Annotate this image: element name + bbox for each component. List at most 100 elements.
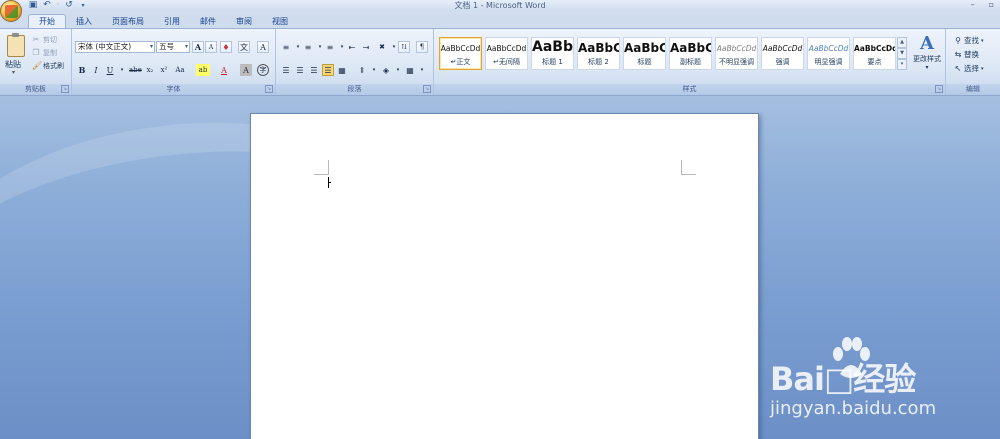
borders-dropdown-icon[interactable]: ▾ — [416, 64, 428, 76]
copy-icon: ❐ — [32, 48, 40, 57]
replace-label: 替换 — [964, 50, 979, 59]
tab-home[interactable]: 开始 — [28, 14, 66, 29]
italic-button[interactable]: I — [90, 64, 102, 76]
window-title: 文档 1 - Microsoft Word — [454, 1, 546, 10]
cut-button[interactable]: ✂ 剪切 — [32, 35, 57, 45]
style-name: 标题 2 — [588, 58, 609, 66]
style-sample: AaBbCcDd — [486, 44, 527, 53]
show-marks-icon[interactable]: ¶ — [416, 41, 428, 53]
style-intense-emphasis[interactable]: AaBbCcDd 明显强调 — [807, 37, 850, 70]
document-page[interactable] — [250, 113, 759, 439]
font-name-select[interactable]: 宋体 (中文正文) ▾ — [75, 41, 155, 53]
styles-launcher-icon[interactable]: ↘ — [935, 85, 943, 93]
strikethrough-button[interactable]: abe — [128, 64, 142, 76]
bullets-icon[interactable]: ≡ — [280, 41, 292, 53]
tab-page-layout[interactable]: 页面布局 — [102, 14, 154, 29]
style-name: 强调 — [775, 58, 790, 66]
redo-icon[interactable]: ↺ — [64, 1, 74, 10]
style-normal[interactable]: AaBbCcDd ↵正文 — [439, 37, 482, 70]
chinese-layout-icon[interactable]: ✖ — [376, 41, 388, 53]
style-heading-1[interactable]: AaBb 标题 1 — [531, 37, 574, 70]
styles-group-label: 样式 — [434, 84, 945, 95]
highlight-button[interactable]: ab — [196, 64, 210, 76]
grow-font-button[interactable]: A — [192, 41, 204, 53]
replace-button[interactable]: ⇆ 替换 — [954, 49, 979, 60]
change-styles-dropdown-icon: ▾ — [925, 64, 929, 71]
borders-icon[interactable]: ▦ — [404, 64, 416, 76]
justify-icon[interactable]: ☰ — [322, 64, 334, 76]
style-sample: AaBbCcDd — [440, 44, 481, 53]
underline-button[interactable]: U — [104, 64, 116, 76]
font-launcher-icon[interactable]: ↘ — [265, 85, 273, 93]
tab-references[interactable]: 引用 — [154, 14, 190, 29]
customize-icon[interactable]: ▾ — [78, 1, 88, 10]
style-no-spacing[interactable]: AaBbCcDd ↵无间隔 — [485, 37, 528, 70]
clear-format-icon[interactable]: ♦ — [220, 41, 232, 53]
subscript-button[interactable]: x₂ — [144, 64, 156, 76]
change-case-button[interactable]: Aa — [172, 64, 188, 76]
style-subtle-emphasis[interactable]: AaBbCcDd 不明显强调 — [715, 37, 758, 70]
align-right-icon[interactable]: ☰ — [308, 64, 320, 76]
style-sample: AaBb — [532, 39, 573, 55]
bold-button[interactable]: B — [76, 64, 88, 76]
style-strong[interactable]: AaBbCcDd 要点 — [853, 37, 896, 70]
find-label: 查找 — [964, 36, 979, 45]
tab-insert[interactable]: 插入 — [66, 14, 102, 29]
increase-indent-icon[interactable]: ⇥ — [360, 41, 372, 53]
style-subtitle[interactable]: AaBbC 副标题 — [669, 37, 712, 70]
restore-button[interactable]: ▫ — [989, 0, 994, 10]
find-button[interactable]: ⚲ 查找 ▾ — [954, 35, 983, 46]
office-button[interactable] — [0, 0, 22, 22]
style-sample: AaBbCcDd — [808, 44, 849, 53]
align-center-icon[interactable]: ☰ — [294, 64, 306, 76]
separator-icon: · — [56, 0, 60, 10]
style-title[interactable]: AaBbC 标题 — [623, 37, 666, 70]
margin-mark-top-right — [681, 160, 696, 175]
minimize-button[interactable]: – — [971, 0, 975, 10]
style-sample: AaBbC — [624, 41, 665, 55]
paragraph-launcher-icon[interactable]: ↘ — [423, 85, 431, 93]
margin-mark-top-left — [314, 160, 329, 175]
tab-review[interactable]: 审阅 — [226, 14, 262, 29]
format-painter-button[interactable]: 🖌 格式刷 — [32, 61, 64, 71]
paragraph-group-label: 段落 — [276, 84, 433, 95]
style-emphasis[interactable]: AaBbCcDd 强调 — [761, 37, 804, 70]
tab-mailings[interactable]: 邮件 — [190, 14, 226, 29]
paste-dropdown-icon[interactable]: ▾ — [12, 69, 15, 76]
superscript-button[interactable]: x² — [158, 64, 170, 76]
underline-dropdown-icon[interactable]: ▾ — [116, 64, 128, 76]
numbering-icon[interactable]: ≡ — [302, 41, 314, 53]
shading-icon[interactable]: ◈ — [380, 64, 392, 76]
style-name: 要点 — [867, 58, 882, 66]
change-styles-button[interactable]: A 更改样式 ▾ — [911, 34, 943, 72]
phonetic-guide-button[interactable]: 文 — [238, 41, 250, 53]
distributed-icon[interactable]: ▦ — [336, 64, 348, 76]
gallery-down-icon[interactable]: ▼ — [897, 48, 907, 59]
clipboard-launcher-icon[interactable]: ↘ — [61, 85, 69, 93]
line-spacing-icon[interactable]: ⇕ — [356, 64, 368, 76]
line-spacing-dropdown-icon[interactable]: ▾ — [368, 64, 380, 76]
gallery-up-icon[interactable]: ▲ — [897, 37, 907, 48]
font-size-select[interactable]: 五号 ▾ — [156, 41, 190, 53]
sort-icon[interactable]: ⇅ — [398, 41, 410, 53]
gallery-more-icon[interactable]: ▾ — [897, 59, 907, 70]
select-button[interactable]: ↖ 选择 ▾ — [954, 63, 984, 74]
copy-button[interactable]: ❐ 复制 — [32, 48, 57, 58]
style-sample: AaBbC — [578, 41, 619, 55]
shrink-font-button[interactable]: A — [205, 41, 217, 53]
char-shading-button[interactable]: A — [240, 64, 252, 76]
style-sample: AaBbCcDd — [854, 44, 895, 53]
tab-view[interactable]: 视图 — [262, 14, 298, 29]
undo-icon[interactable]: ↶ — [42, 1, 52, 10]
align-left-icon[interactable]: ☰ — [280, 64, 292, 76]
char-border-button[interactable]: A — [257, 41, 269, 53]
font-color-button[interactable]: A — [218, 64, 230, 76]
paste-icon[interactable] — [7, 33, 25, 57]
decrease-indent-icon[interactable]: ⇤ — [346, 41, 358, 53]
save-icon[interactable]: ▣ — [28, 1, 38, 10]
style-heading-2[interactable]: AaBbC 标题 2 — [577, 37, 620, 70]
multilevel-list-icon[interactable]: ≡ — [324, 41, 336, 53]
shading-dropdown-icon[interactable]: ▾ — [392, 64, 404, 76]
enclose-char-button[interactable]: 字 — [257, 64, 269, 76]
watermark-brand: Bai□经验 — [770, 360, 916, 398]
